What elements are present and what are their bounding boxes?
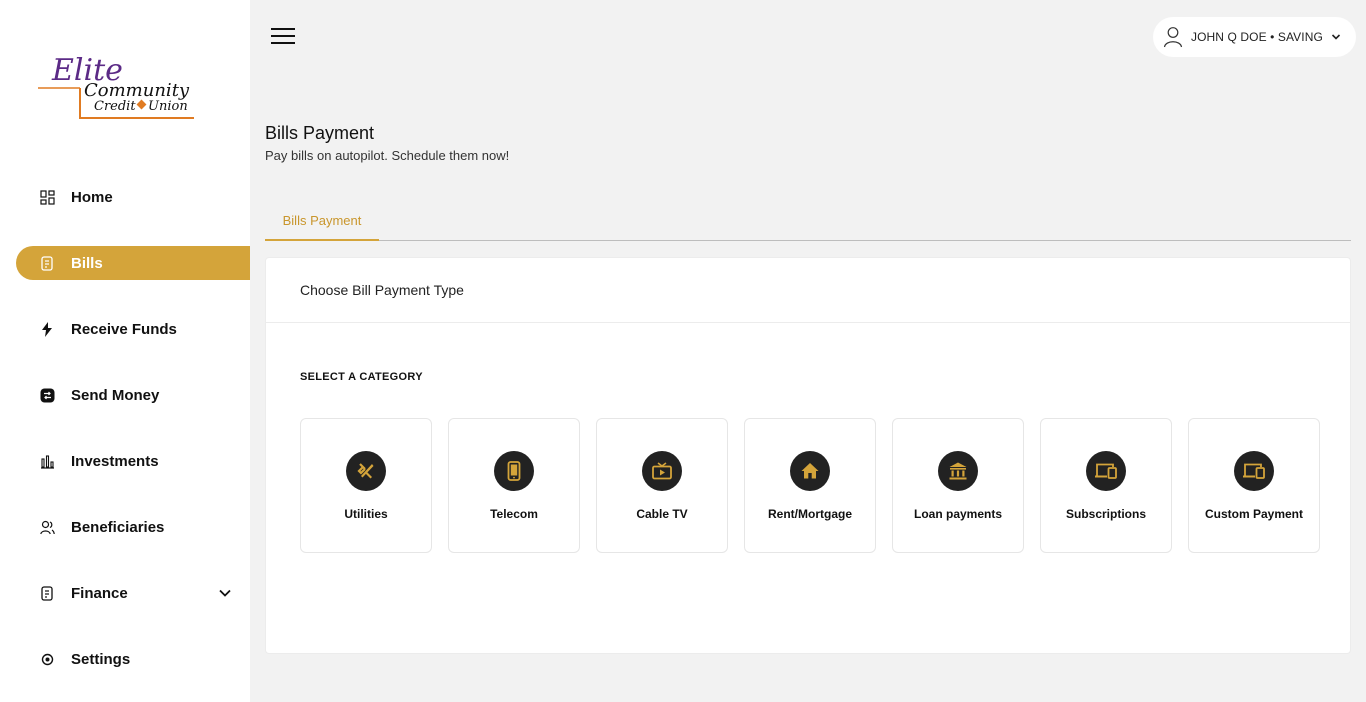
svg-text:Credit: Credit bbox=[94, 99, 136, 114]
tile-label: Cable TV bbox=[636, 507, 688, 521]
tools-icon bbox=[346, 451, 386, 491]
devices-icon bbox=[1086, 451, 1126, 491]
account-label: JOHN Q DOE • SAVING bbox=[1191, 30, 1323, 44]
receipt-icon bbox=[39, 585, 55, 601]
bar-chart-icon bbox=[39, 453, 55, 469]
tab-bar: Bills Payment bbox=[265, 202, 1351, 241]
category-tile-rent-mortgage[interactable]: Rent/Mortgage bbox=[744, 418, 876, 553]
category-tile-telecom[interactable]: Telecom bbox=[448, 418, 580, 553]
users-icon bbox=[39, 519, 55, 535]
card-header: Choose Bill Payment Type bbox=[266, 258, 1350, 323]
tile-label: Loan payments bbox=[913, 507, 1003, 521]
account-switcher[interactable]: JOHN Q DOE • SAVING bbox=[1153, 17, 1356, 57]
sidebar-item-send-money[interactable]: Send Money bbox=[16, 378, 250, 412]
sidebar-item-finance[interactable]: Finance bbox=[16, 576, 250, 610]
transfer-icon bbox=[39, 387, 55, 403]
sidebar-item-label: Beneficiaries bbox=[71, 518, 165, 536]
receipt-icon bbox=[39, 255, 55, 271]
tile-label: Utilities bbox=[344, 507, 388, 521]
devices-icon bbox=[1234, 451, 1274, 491]
chevron-down-icon[interactable] bbox=[218, 586, 232, 600]
section-label: SELECT A CATEGORY bbox=[300, 371, 423, 383]
tab-bills-payment[interactable]: Bills Payment bbox=[265, 202, 379, 241]
svg-text:Community: Community bbox=[84, 80, 190, 101]
chevron-down-icon bbox=[1331, 34, 1340, 40]
sidebar-item-label: Bills bbox=[71, 254, 103, 272]
sidebar-item-beneficiaries[interactable]: Beneficiaries bbox=[16, 510, 250, 544]
tile-label: Custom Payment bbox=[1204, 507, 1304, 521]
bolt-icon bbox=[39, 321, 55, 337]
tv-icon bbox=[642, 451, 682, 491]
sidebar-item-bills[interactable]: Bills bbox=[16, 246, 250, 280]
category-tile-utilities[interactable]: Utilities bbox=[300, 418, 432, 553]
bill-payment-card: Choose Bill Payment Type SELECT A CATEGO… bbox=[265, 257, 1351, 654]
category-tiles: Utilities Telecom Cable TV Rent/Mortgage bbox=[300, 418, 1320, 553]
category-tile-subscriptions[interactable]: Subscriptions bbox=[1040, 418, 1172, 553]
hamburger-bar bbox=[271, 35, 295, 37]
category-tile-cable-tv[interactable]: Cable TV bbox=[596, 418, 728, 553]
elite-community-credit-union-logo[interactable]: Elite Community Credit Union bbox=[34, 44, 204, 124]
page-title: Bills Payment bbox=[265, 123, 375, 143]
sidebar-item-label: Send Money bbox=[71, 386, 160, 404]
svg-text:Union: Union bbox=[148, 99, 188, 114]
user-icon bbox=[1163, 27, 1183, 48]
category-tile-custom-payment[interactable]: Custom Payment bbox=[1188, 418, 1320, 553]
bank-icon bbox=[938, 451, 978, 491]
sidebar-item-label: Finance bbox=[71, 584, 128, 602]
sidebar-item-receive-funds[interactable]: Receive Funds bbox=[16, 312, 250, 346]
sidebar-item-label: Settings bbox=[71, 650, 131, 668]
house-icon bbox=[790, 451, 830, 491]
sidebar-item-home[interactable]: Home bbox=[16, 180, 250, 214]
tile-label: Rent/Mortgage bbox=[768, 507, 852, 521]
gear-icon bbox=[39, 651, 55, 667]
sidebar-item-label: Receive Funds bbox=[71, 320, 177, 338]
sidebar-item-investments[interactable]: Investments bbox=[16, 444, 250, 478]
sidebar: Elite Community Credit Union Home Bills … bbox=[0, 0, 250, 702]
sidebar-item-label: Investments bbox=[71, 452, 159, 470]
sidebar-item-label: Home bbox=[71, 188, 113, 206]
hamburger-bar bbox=[271, 28, 295, 30]
menu-toggle-button[interactable] bbox=[271, 28, 295, 46]
category-tile-loan-payments[interactable]: Loan payments bbox=[892, 418, 1024, 553]
sidebar-item-settings[interactable]: Settings bbox=[16, 642, 250, 676]
tile-label: Telecom bbox=[490, 507, 538, 521]
tile-label: Subscriptions bbox=[1065, 507, 1146, 521]
phone-icon bbox=[494, 451, 534, 491]
hamburger-bar bbox=[271, 42, 295, 44]
grid-icon bbox=[39, 189, 55, 205]
page-subtitle: Pay bills on autopilot. Schedule them no… bbox=[265, 148, 510, 163]
